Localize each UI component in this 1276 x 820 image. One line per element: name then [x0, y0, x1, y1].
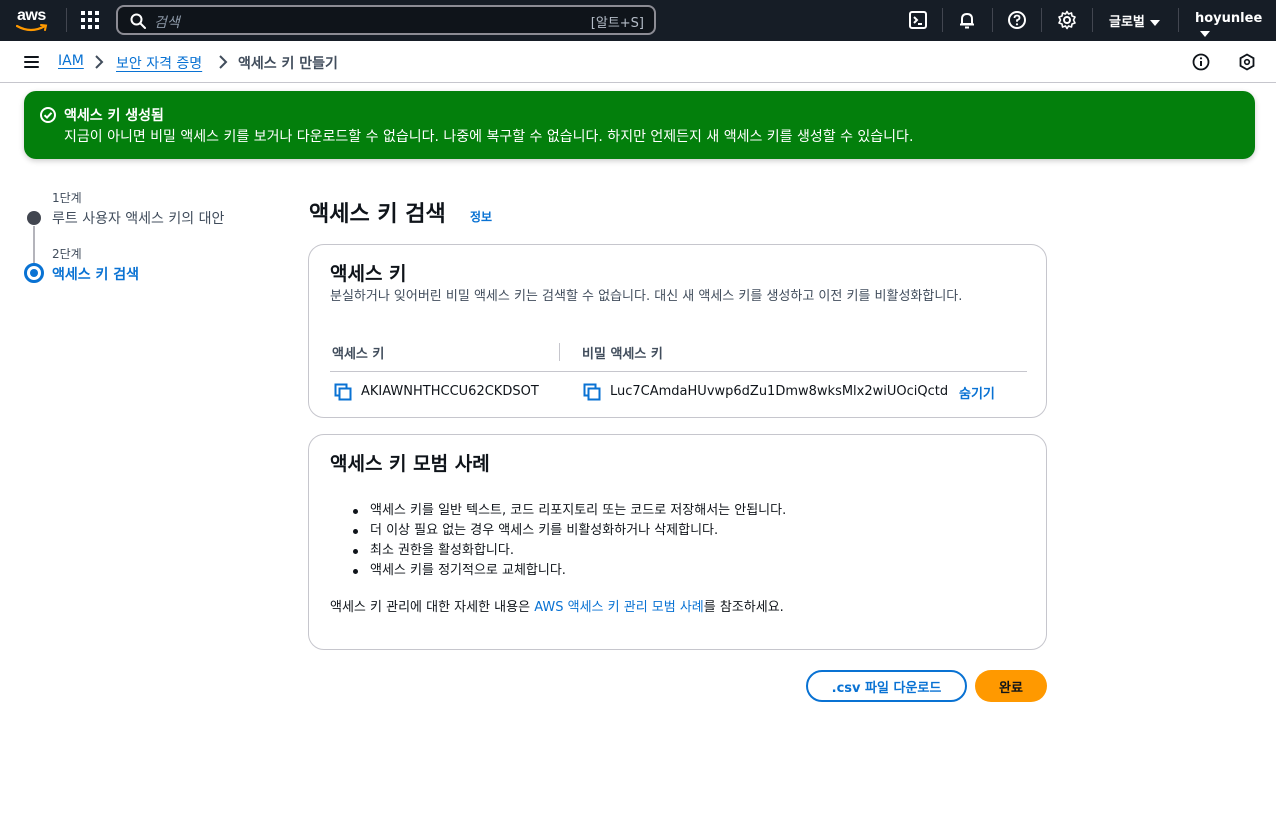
access-key-card: 액세스 키 분실하거나 잊어버린 비밀 액세스 키는 검색할 수 없습니다. 대…	[308, 244, 1047, 418]
caret-down-icon	[1200, 30, 1210, 37]
step-1-label: 1단계	[52, 191, 82, 205]
info-link[interactable]: 정보	[470, 208, 492, 225]
aws-logo[interactable]: aws	[16, 7, 50, 35]
search-placeholder: 검색	[154, 15, 180, 31]
success-check-icon	[40, 107, 56, 123]
flash-title: 액세스 키 생성됨	[64, 108, 164, 124]
copy-icon[interactable]	[583, 383, 601, 401]
search-shortcut: [알트+S]	[590, 16, 644, 31]
gear-icon[interactable]	[1057, 10, 1077, 30]
page-title: 액세스 키 검색	[309, 202, 446, 227]
list-item: 액세스 키를 정기적으로 교체합니다.	[330, 561, 786, 581]
step-2-title: 액세스 키 검색	[52, 267, 140, 283]
done-button[interactable]: 완료	[975, 670, 1047, 702]
column-header-secret-key: 비밀 액세스 키	[582, 347, 663, 362]
card-title: 액세스 키 모범 사례	[330, 453, 490, 475]
menu-icon[interactable]	[24, 56, 39, 68]
card-description: 분실하거나 잊어버린 비밀 액세스 키는 검색할 수 없습니다. 대신 새 액세…	[330, 289, 963, 304]
list-item: 더 이상 필요 없는 경우 액세스 키를 비활성화하거나 삭제합니다.	[330, 521, 786, 541]
secret-key-value: Luc7CAmdaHUvwp6dZu1Dmw8wksMlx2wiUOciQctd	[610, 384, 949, 399]
divider	[992, 8, 993, 32]
search-input[interactable]: 검색 [알트+S]	[116, 5, 656, 35]
cloudshell-icon[interactable]	[908, 10, 928, 30]
divider	[66, 8, 67, 32]
step-connector	[33, 226, 35, 264]
help-icon[interactable]	[1007, 10, 1027, 30]
user-name: hoyunlee	[1195, 11, 1263, 26]
download-csv-button[interactable]: .csv 파일 다운로드	[806, 670, 967, 702]
step-2-label: 2단계	[52, 247, 82, 261]
divider	[942, 8, 943, 32]
aws-smile-icon	[16, 24, 48, 32]
column-header-access-key: 액세스 키	[332, 347, 385, 362]
region-label: 글로벌	[1109, 15, 1145, 30]
breadcrumb-bar: IAM 보안 자격 증명 액세스 키 만들기	[0, 41, 1276, 83]
header-underline	[330, 371, 1027, 372]
breadcrumb-current: 액세스 키 만들기	[238, 56, 338, 72]
more-info-prefix: 액세스 키 관리에 대한 자세한 내용은	[330, 600, 535, 615]
step-1-title[interactable]: 루트 사용자 액세스 키의 대안	[52, 208, 224, 228]
search-icon	[130, 13, 146, 29]
best-practices-list: 액세스 키를 일반 텍스트, 코드 리포지토리 또는 코드로 저장해서는 안됩니…	[330, 501, 786, 581]
more-info-suffix: 를 참조하세요.	[703, 600, 784, 615]
info-panel-icon[interactable]	[1192, 53, 1210, 71]
breadcrumb-iam[interactable]: IAM	[58, 53, 84, 69]
account-menu[interactable]: hoyunlee	[1195, 11, 1276, 41]
hide-secret-link[interactable]: 숨기기	[959, 383, 995, 402]
region-selector[interactable]: 글로벌	[1109, 11, 1160, 30]
best-practices-card: 액세스 키 모범 사례 액세스 키를 일반 텍스트, 코드 리포지토리 또는 코…	[308, 434, 1047, 650]
bell-icon[interactable]	[957, 10, 977, 30]
flash-message: 지금이 아니면 비밀 액세스 키를 보거나 다운로드할 수 없습니다. 나중에 …	[64, 129, 914, 145]
chevron-right-icon	[219, 55, 228, 69]
aws-logo-text: aws	[17, 7, 46, 24]
top-navigation: aws 검색 [알트+S] 글로벌 hoyunlee	[0, 0, 1276, 41]
divider	[1041, 8, 1042, 32]
services-grid-icon[interactable]	[81, 11, 99, 29]
hexagon-icon[interactable]	[1238, 53, 1256, 71]
breadcrumb-security-credentials[interactable]: 보안 자격 증명	[116, 53, 202, 73]
best-practices-link[interactable]: AWS 액세스 키 관리 모범 사례	[534, 600, 704, 615]
success-flash: 액세스 키 생성됨 지금이 아니면 비밀 액세스 키를 보거나 다운로드할 수 …	[24, 91, 1255, 159]
caret-down-icon	[1149, 19, 1160, 26]
step-1-indicator	[27, 211, 41, 225]
chevron-right-icon	[95, 55, 104, 69]
more-info-text: 액세스 키 관리에 대한 자세한 내용은 AWS 액세스 키 관리 모범 사례를…	[330, 596, 784, 615]
step-2-indicator	[24, 263, 44, 283]
access-key-value: AKIAWNHTHCCU62CKDSOT	[361, 384, 539, 399]
card-title: 액세스 키	[330, 263, 407, 285]
divider	[1092, 8, 1093, 32]
list-item: 최소 권한을 활성화합니다.	[330, 541, 786, 561]
column-divider	[559, 343, 560, 361]
copy-icon[interactable]	[334, 383, 352, 401]
divider	[1178, 8, 1179, 32]
list-item: 액세스 키를 일반 텍스트, 코드 리포지토리 또는 코드로 저장해서는 안됩니…	[330, 501, 786, 521]
